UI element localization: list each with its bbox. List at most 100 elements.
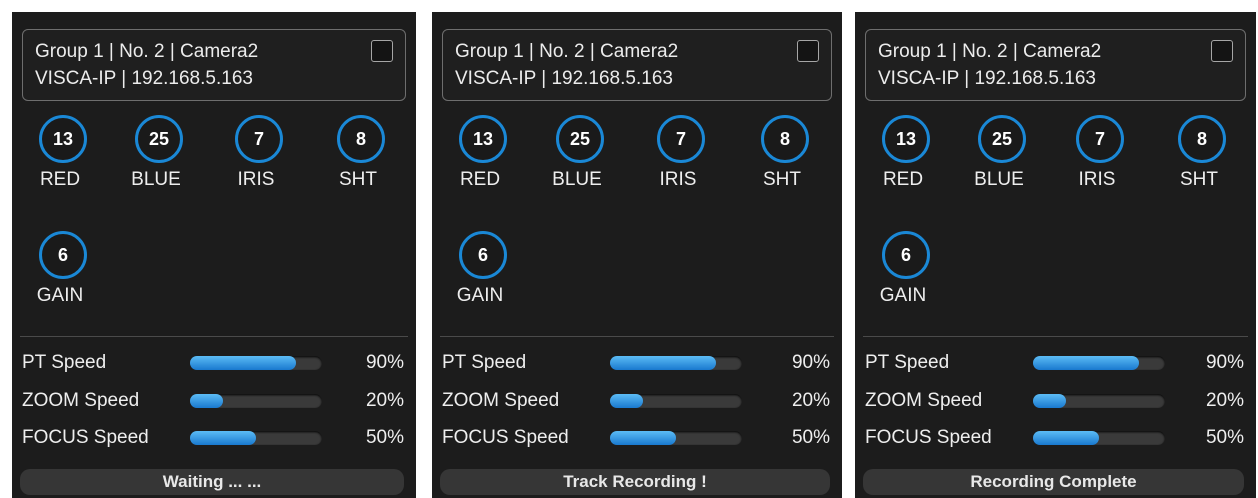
slider-fill bbox=[190, 431, 256, 445]
dial-grid: 13 RED 25 BLUE 7 IRIS 8 SHT 6 GAIN bbox=[855, 112, 1256, 322]
status-bar: Waiting ... ... bbox=[20, 469, 404, 495]
focus-speed-row: FOCUS Speed 50% bbox=[855, 423, 1256, 453]
zoom-speed-slider[interactable] bbox=[190, 394, 322, 408]
dial-label: RED bbox=[39, 169, 81, 190]
slider-label: PT Speed bbox=[22, 352, 107, 373]
dial-value: 8 bbox=[337, 115, 385, 163]
focus-speed-slider[interactable] bbox=[610, 431, 742, 445]
dial-value: 6 bbox=[39, 231, 87, 279]
dial-blue[interactable]: 25 BLUE bbox=[116, 112, 196, 212]
dial-value: 7 bbox=[235, 115, 283, 163]
pt-speed-row: PT Speed 90% bbox=[855, 348, 1256, 378]
slider-value: 20% bbox=[1205, 390, 1244, 411]
pt-speed-slider[interactable] bbox=[610, 356, 742, 370]
dial-sht[interactable]: 8 SHT bbox=[1159, 112, 1239, 212]
dial-red[interactable]: 13 RED bbox=[440, 112, 520, 212]
slider-label: ZOOM Speed bbox=[865, 390, 983, 411]
slider-label: FOCUS Speed bbox=[865, 427, 992, 448]
slider-value: 20% bbox=[791, 390, 830, 411]
camera-header[interactable]: Group 1 | No. 2 | Camera2 VISCA-IP | 192… bbox=[442, 29, 832, 101]
slider-fill bbox=[190, 356, 296, 370]
slider-fill bbox=[610, 431, 676, 445]
dial-label: BLUE bbox=[552, 169, 602, 190]
zoom-speed-slider[interactable] bbox=[610, 394, 742, 408]
dial-value: 25 bbox=[556, 115, 604, 163]
dial-value: 13 bbox=[459, 115, 507, 163]
dial-iris[interactable]: 7 IRIS bbox=[638, 112, 718, 212]
camera-panel-recording: Group 1 | No. 2 | Camera2 VISCA-IP | 192… bbox=[432, 12, 842, 498]
dial-value: 8 bbox=[1178, 115, 1226, 163]
slider-fill bbox=[190, 394, 223, 408]
camera-select-checkbox[interactable] bbox=[371, 40, 393, 62]
divider bbox=[863, 336, 1248, 337]
dial-blue[interactable]: 25 BLUE bbox=[537, 112, 617, 212]
dial-label: IRIS bbox=[237, 169, 275, 190]
dial-red[interactable]: 13 RED bbox=[863, 112, 943, 212]
dial-value: 6 bbox=[882, 231, 930, 279]
dial-label: SHT bbox=[1180, 169, 1218, 190]
dial-value: 25 bbox=[135, 115, 183, 163]
camera-panel-complete: Group 1 | No. 2 | Camera2 VISCA-IP | 192… bbox=[855, 12, 1256, 498]
slider-label: PT Speed bbox=[865, 352, 950, 373]
camera-header[interactable]: Group 1 | No. 2 | Camera2 VISCA-IP | 192… bbox=[865, 29, 1246, 101]
dial-label: RED bbox=[459, 169, 501, 190]
dial-label: IRIS bbox=[1078, 169, 1116, 190]
slider-label: ZOOM Speed bbox=[22, 390, 140, 411]
slider-value: 90% bbox=[1205, 352, 1244, 373]
camera-select-checkbox[interactable] bbox=[1211, 40, 1233, 62]
zoom-speed-row: ZOOM Speed 20% bbox=[12, 386, 416, 416]
zoom-speed-row: ZOOM Speed 20% bbox=[432, 386, 842, 416]
dial-label: RED bbox=[882, 169, 924, 190]
dial-value: 25 bbox=[978, 115, 1026, 163]
dial-iris[interactable]: 7 IRIS bbox=[1057, 112, 1137, 212]
dial-value: 7 bbox=[1076, 115, 1124, 163]
slider-label: PT Speed bbox=[442, 352, 527, 373]
camera-protocol-line: VISCA-IP | 192.168.5.163 bbox=[35, 68, 253, 89]
divider bbox=[20, 336, 408, 337]
dial-gain[interactable]: 6 GAIN bbox=[20, 228, 100, 328]
focus-speed-slider[interactable] bbox=[1033, 431, 1165, 445]
slider-fill bbox=[1033, 356, 1139, 370]
dial-blue[interactable]: 25 BLUE bbox=[959, 112, 1039, 212]
camera-select-checkbox[interactable] bbox=[797, 40, 819, 62]
pt-speed-slider[interactable] bbox=[1033, 356, 1165, 370]
camera-id-line: Group 1 | No. 2 | Camera2 bbox=[455, 41, 679, 62]
slider-value: 90% bbox=[791, 352, 830, 373]
status-bar: Recording Complete bbox=[863, 469, 1244, 495]
zoom-speed-row: ZOOM Speed 20% bbox=[855, 386, 1256, 416]
slider-value: 50% bbox=[365, 427, 404, 448]
camera-protocol-line: VISCA-IP | 192.168.5.163 bbox=[878, 68, 1096, 89]
dial-label: GAIN bbox=[36, 285, 84, 306]
slider-fill bbox=[610, 356, 716, 370]
slider-value: 90% bbox=[365, 352, 404, 373]
dial-label: GAIN bbox=[879, 285, 927, 306]
dial-value: 7 bbox=[657, 115, 705, 163]
camera-panel-waiting: Group 1 | No. 2 | Camera2 VISCA-IP | 192… bbox=[12, 12, 416, 498]
dial-label: SHT bbox=[763, 169, 801, 190]
camera-header[interactable]: Group 1 | No. 2 | Camera2 VISCA-IP | 192… bbox=[22, 29, 406, 101]
dial-label: IRIS bbox=[659, 169, 697, 190]
dial-iris[interactable]: 7 IRIS bbox=[216, 112, 296, 212]
dial-value: 8 bbox=[761, 115, 809, 163]
dial-red[interactable]: 13 RED bbox=[20, 112, 100, 212]
slider-fill bbox=[610, 394, 643, 408]
slider-value: 50% bbox=[791, 427, 830, 448]
slider-fill bbox=[1033, 431, 1099, 445]
slider-label: FOCUS Speed bbox=[442, 427, 569, 448]
dial-label: BLUE bbox=[131, 169, 181, 190]
slider-fill bbox=[1033, 394, 1066, 408]
slider-label: FOCUS Speed bbox=[22, 427, 149, 448]
dial-gain[interactable]: 6 GAIN bbox=[440, 228, 520, 328]
pt-speed-row: PT Speed 90% bbox=[12, 348, 416, 378]
dial-gain[interactable]: 6 GAIN bbox=[863, 228, 943, 328]
camera-id-line: Group 1 | No. 2 | Camera2 bbox=[35, 41, 259, 62]
focus-speed-slider[interactable] bbox=[190, 431, 322, 445]
dial-sht[interactable]: 8 SHT bbox=[318, 112, 398, 212]
focus-speed-row: FOCUS Speed 50% bbox=[12, 423, 416, 453]
pt-speed-slider[interactable] bbox=[190, 356, 322, 370]
dial-label: BLUE bbox=[974, 169, 1024, 190]
pt-speed-row: PT Speed 90% bbox=[432, 348, 842, 378]
status-bar: Track Recording ! bbox=[440, 469, 830, 495]
zoom-speed-slider[interactable] bbox=[1033, 394, 1165, 408]
dial-sht[interactable]: 8 SHT bbox=[742, 112, 822, 212]
